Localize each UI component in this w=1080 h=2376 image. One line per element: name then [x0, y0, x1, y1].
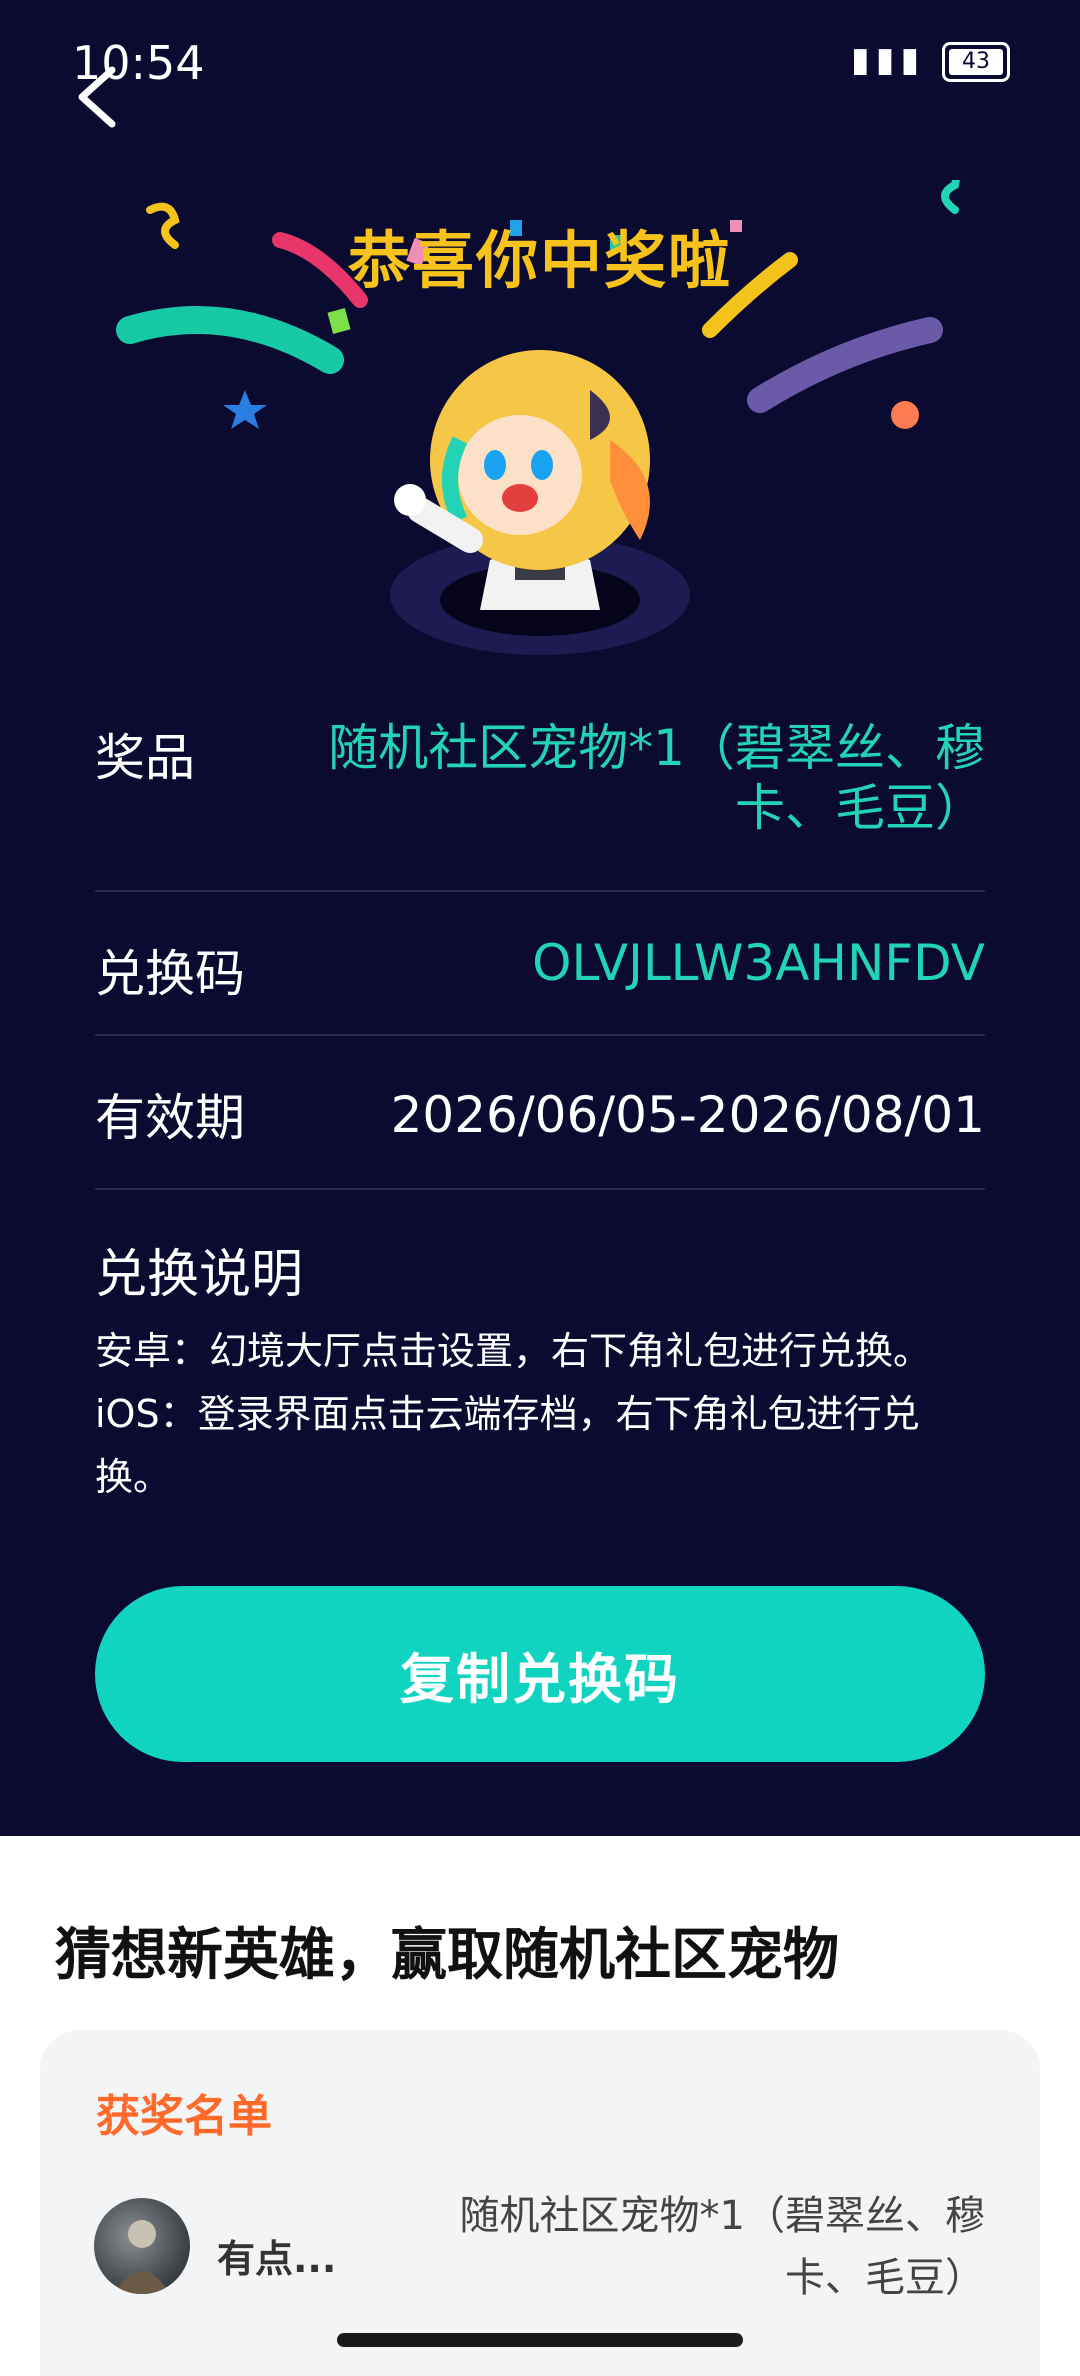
- back-arrow-icon[interactable]: [70, 62, 130, 132]
- instructions-title: 兑换说明: [95, 1245, 304, 1305]
- validity-value: 2026/06/05-2026/08/01: [390, 1086, 985, 1144]
- system-icons: ▮▮▮ 43: [851, 40, 1010, 82]
- winner-name: 有点...: [217, 2237, 337, 2281]
- winners-title: 获奖名单: [96, 2091, 272, 2142]
- divider: [95, 1034, 985, 1036]
- divider: [95, 1188, 985, 1190]
- code-label: 兑换码: [95, 945, 245, 1003]
- confetti-ribbon: [116, 306, 344, 374]
- winners-card: 获奖名单 有点... 随机社区宠物*1（碧翠丝、穆 卡、毛豆）: [40, 2030, 1040, 2376]
- event-title: 猜想新英雄，赢取随机社区宠物: [55, 1923, 839, 1988]
- battery-icon: 43: [942, 41, 1010, 82]
- confetti-ribbon: [747, 317, 943, 413]
- prize-value: 随机社区宠物*1（碧翠丝、穆 卡、毛豆）: [328, 719, 985, 837]
- congrats-title: 恭喜你中奖啦: [347, 224, 732, 297]
- copy-code-button[interactable]: 复制兑换码: [95, 1586, 985, 1762]
- home-indicator[interactable]: [337, 2333, 743, 2347]
- instructions-text: 安卓：幻境大厅点击设置，右下角礼包进行兑换。 iOS：登录界面点击云端存档，右下…: [95, 1329, 932, 1499]
- prize-label: 奖品: [95, 729, 195, 787]
- signal-icon: ▮▮▮: [851, 40, 926, 80]
- divider: [95, 890, 985, 892]
- validity-label: 有效期: [95, 1089, 245, 1147]
- winner-prize: 随机社区宠物*1（碧翠丝、穆 卡、毛豆）: [459, 2193, 985, 2301]
- avatar[interactable]: [94, 2198, 190, 2294]
- status-bar: 10:54 ▮▮▮ 43: [0, 0, 1080, 120]
- code-value: OLVJLLW3AHNFDV: [532, 934, 985, 992]
